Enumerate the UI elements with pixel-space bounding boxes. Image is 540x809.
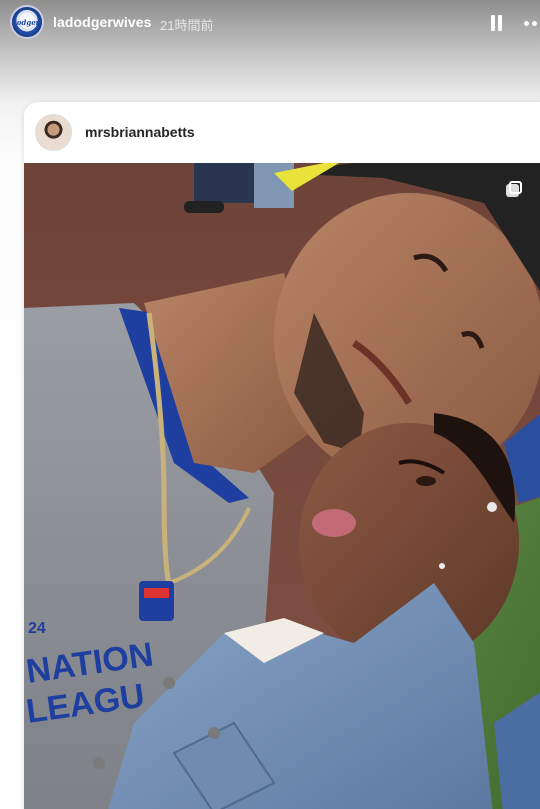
story-viewer: Dodgers ladodgerwives 21時間前 mrsbriannabe… [0,0,540,809]
pause-icon[interactable] [490,14,504,32]
more-options-icon[interactable] [524,21,540,27]
post-header: mrsbriannabetts [24,102,540,162]
shared-post-card[interactable]: mrsbriannabetts 24 NATION LEAGU [24,102,540,809]
avatar-logo-text: Dodgers [10,17,44,27]
jersey-number: 24 [28,620,46,637]
dodgers-logo-icon: Dodgers [12,9,42,35]
story-timestamp: 21時間前 [160,18,214,33]
account-avatar[interactable]: Dodgers [10,5,44,39]
carousel-icon[interactable] [506,181,522,197]
photo-illustration: 24 NATION LEAGU [24,163,540,809]
account-username[interactable]: ladodgerwives [53,14,152,30]
story-header: Dodgers ladodgerwives 21時間前 [0,0,540,48]
post-author-username[interactable]: mrsbriannabetts [85,124,195,140]
post-author-avatar[interactable] [35,114,72,151]
post-photo: 24 NATION LEAGU [24,163,540,809]
